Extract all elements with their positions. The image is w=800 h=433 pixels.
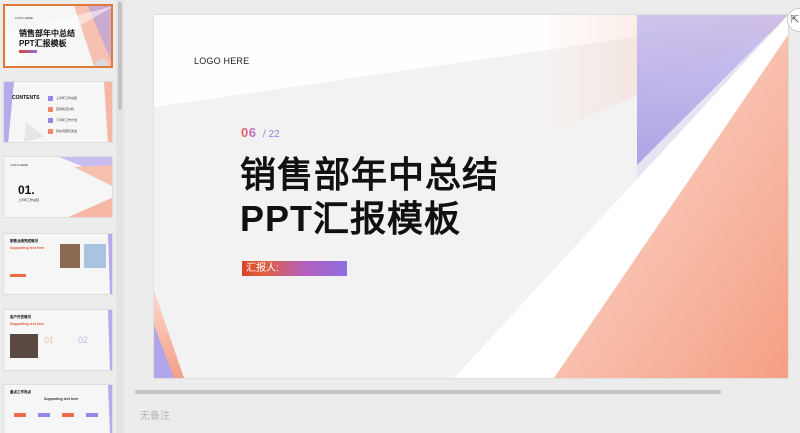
page-total: / 22	[262, 129, 280, 140]
thumb-3-logo: LOGO HERE	[10, 163, 28, 167]
thumb-2-item-2: 完成情况分析	[56, 107, 75, 111]
thumb-6-heading: 重点工作亮点	[10, 390, 31, 394]
speaker-notes[interactable]: 无备注	[140, 407, 170, 422]
thumb-3-number: 01.	[18, 183, 35, 197]
thumb-2-item-1: 上半年工作总结	[56, 96, 78, 100]
logo-text: LOGO HERE	[194, 56, 250, 66]
page-current: 06	[241, 125, 257, 140]
slide-title: 销售部年中总结 PPT汇报模板	[240, 153, 499, 241]
thumb-2-background	[4, 82, 112, 142]
thumb-5-heading: 客户开发情况	[10, 315, 31, 319]
page-number: 06 / 22	[241, 124, 280, 142]
thumb-6-title: Supporting text here	[44, 397, 79, 401]
slide-thumbnail-panel: LOGO HERE 销售部年中总结 PPT汇报模板 CONTENTS 上半年工作…	[0, 0, 128, 433]
thumb-2-item-3: 下半年工作计划	[56, 118, 78, 122]
thumb-5-num-2: 02	[78, 335, 89, 345]
thumb-5-title: Supporting text here	[10, 322, 45, 326]
thumb-2-bullet-1	[48, 96, 53, 101]
thumb-3-subtitle: 上半年工作总结	[18, 198, 40, 202]
thumb-1-reporter-bar	[19, 50, 37, 53]
slide-thumbnail-2[interactable]: CONTENTS 上半年工作总结 完成情况分析 下半年工作计划 存在问题及改进	[3, 81, 113, 143]
slide-thumbnail-5[interactable]: 客户开发情况 Supporting text here 01 02	[3, 309, 113, 371]
thumb-2-bullet-2	[48, 107, 53, 112]
slide-thumbnail-6[interactable]: 重点工作亮点 Supporting text here	[3, 384, 113, 433]
reporter-label: 汇报人:	[242, 261, 347, 276]
thumb-4-title: Supporting text here	[10, 246, 45, 250]
thumb-2-item-4: 存在问题及改进	[56, 129, 78, 133]
slide-thumbnail-1[interactable]: LOGO HERE 销售部年中总结 PPT汇报模板	[3, 4, 113, 68]
slide-title-line2: PPT汇报模板	[240, 198, 462, 239]
expand-icon[interactable]: ⇱	[787, 8, 800, 32]
thumb-1-logo: LOGO HERE	[15, 16, 33, 20]
thumb-5-num-1: 01	[44, 335, 55, 345]
slide-thumbnail-3[interactable]: LOGO HERE 01. 上半年工作总结	[3, 156, 113, 218]
thumb-4-heading: 销售业绩完成情况	[10, 239, 38, 243]
thumbnail-scrollbar-thumb[interactable]	[118, 2, 122, 110]
thumb-2-bullet-4	[48, 129, 53, 134]
slide-title-line1: 销售部年中总结	[240, 154, 500, 195]
slide-thumbnail-4[interactable]: 销售业绩完成情况 Supporting text here	[3, 233, 113, 295]
thumb-2-bullet-3	[48, 118, 53, 123]
horizontal-scrollbar[interactable]	[135, 390, 721, 394]
slide-canvas[interactable]: LOGO HERE 06 / 22 销售部年中总结 PPT汇报模板 汇报人:	[154, 15, 788, 378]
thumb-1-title-line2: PPT汇报模板	[19, 39, 67, 48]
thumb-2-contents: CONTENTS	[12, 95, 40, 101]
